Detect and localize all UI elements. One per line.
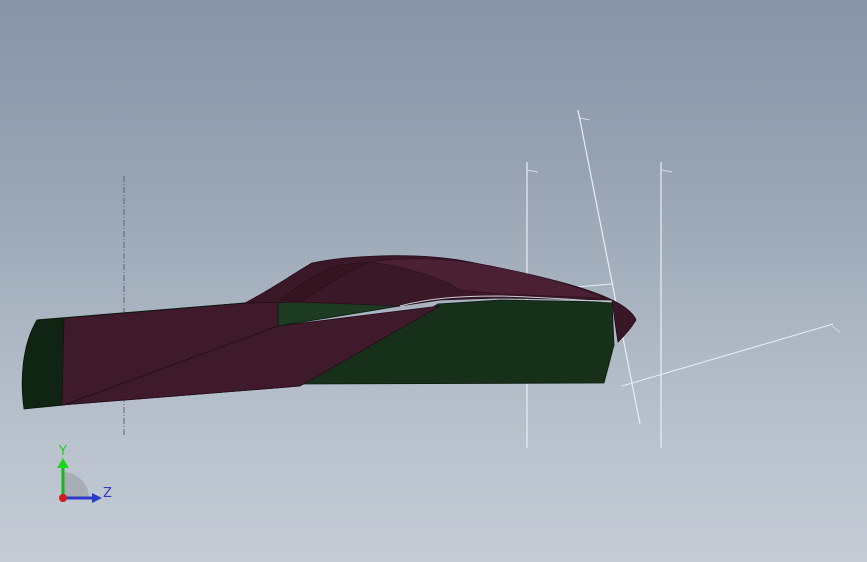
view-orientation-triad: Y Z: [50, 440, 120, 512]
graphics-viewport[interactable]: Y Z: [0, 0, 867, 562]
y-axis-label: Y: [59, 444, 67, 459]
plane-marker-1: [526, 169, 539, 173]
rear-end-cap[interactable]: [21, 317, 65, 410]
reference-plane-line-4: [621, 323, 834, 387]
z-axis-label: Z: [103, 486, 112, 501]
plane-marker-3: [579, 117, 591, 121]
y-axis-arrowhead: [57, 458, 69, 468]
car-body[interactable]: [21, 255, 637, 410]
triad-plane-quadrant: [63, 472, 89, 498]
z-axis-arrowhead: [92, 493, 102, 503]
model-scene[interactable]: [0, 0, 867, 562]
plane-marker-2: [660, 169, 673, 173]
front-nose[interactable]: [611, 299, 637, 343]
plane-marker-4: [831, 325, 841, 333]
triad-origin: [59, 494, 67, 502]
